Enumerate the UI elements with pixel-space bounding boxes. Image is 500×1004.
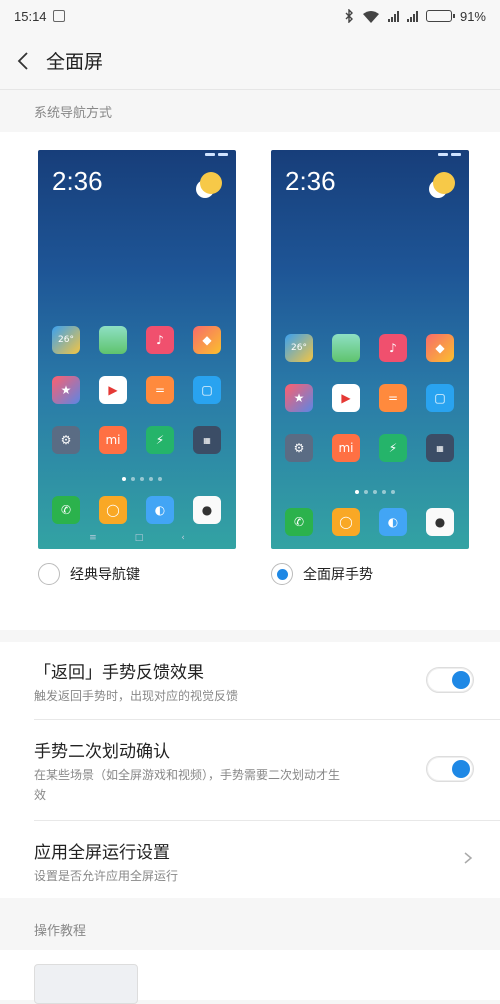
status-time: 15:14: [14, 8, 47, 24]
notes-app-icon: ▢: [426, 384, 454, 412]
battery-percent: 91%: [459, 8, 486, 24]
preview-clock: 2:36: [285, 166, 336, 196]
camera-app-icon: ●: [426, 508, 454, 536]
weather-icon: [433, 172, 455, 194]
notes-app-icon: ▢: [193, 376, 221, 404]
messages-app-icon: ◯: [99, 496, 127, 524]
security-app-icon: ⚡: [146, 426, 174, 454]
status-bar: 15:14 91%: [0, 0, 500, 32]
setting-subtitle: 设置是否允许应用全屏运行: [34, 869, 179, 883]
tutorial-card: [0, 950, 500, 1004]
double-swipe-toggle[interactable]: [426, 756, 474, 782]
app-grid: 26° ♪ ◆ ★ ▶ = ▢ ⚙ mi ⚡ ▦: [285, 334, 454, 462]
camera-app-icon: ●: [193, 496, 221, 524]
bluetooth-icon: [345, 9, 353, 23]
tutorial-thumbnail[interactable]: [34, 964, 138, 1004]
back-feedback-toggle[interactable]: [426, 667, 474, 693]
toggle-knob: [452, 671, 470, 689]
dock: ✆ ◯ ◐ ●: [52, 496, 221, 524]
page-title: 全面屏: [46, 51, 104, 73]
radio-button-selected[interactable]: [271, 563, 293, 585]
themes-app-icon: ◆: [426, 334, 454, 362]
back-arrow-icon: [17, 51, 28, 70]
radio-button[interactable]: [38, 563, 60, 585]
mi-store-app-icon: mi: [99, 426, 127, 454]
weather-app-temp: 26°: [291, 343, 307, 353]
battery-icon: [425, 10, 455, 22]
play-store-app-icon: ▶: [332, 384, 360, 412]
themes-app-icon: ◆: [193, 326, 221, 354]
tutorial-section-label: 操作教程: [34, 924, 87, 939]
setting-title: 应用全屏运行设置: [34, 843, 170, 863]
back-key-icon: ‹: [181, 533, 185, 543]
gallery-app-icon: [332, 334, 360, 362]
browser-app-icon: ◐: [379, 508, 407, 536]
app-header: 全面屏: [0, 32, 500, 90]
preview-classic-nav[interactable]: 2:36 26° ♪ ◆ ★ ▶ = ▢ ⚙ mi ⚡ ▦ ✆ ◯ ◐ ● ≡ …: [38, 150, 236, 549]
tools-folder-icon: ▦: [426, 434, 454, 462]
divider: [34, 719, 500, 720]
weather-app-temp: 26°: [58, 335, 74, 345]
music-app-icon: ♪: [379, 334, 407, 362]
preview-status-icons: [205, 153, 228, 156]
phone-app-icon: ✆: [285, 508, 313, 536]
preview-status-icons: [438, 153, 461, 156]
tools-folder-icon: ▦: [193, 426, 221, 454]
page-indicator: [355, 490, 395, 494]
music-app-icon: ♪: [146, 326, 174, 354]
weather-app-icon: 26°: [52, 326, 80, 354]
nav-section-label: 系统导航方式: [34, 106, 113, 121]
option-label: 经典导航键: [70, 567, 140, 583]
back-button[interactable]: [0, 32, 46, 90]
settings-app-icon: ⚙: [285, 434, 313, 462]
app-grid: 26° ♪ ◆ ★ ▶ = ▢ ⚙ mi ⚡ ▦: [52, 326, 221, 454]
security-app-icon: ⚡: [379, 434, 407, 462]
menu-key-icon: ≡: [89, 533, 97, 543]
setting-back-feedback[interactable]: 「返回」手势反馈效果 触发返回手势时，出现对应的视觉反馈: [0, 658, 500, 706]
setting-double-swipe[interactable]: 手势二次划动确认 在某些场景（如全屏游戏和视频），手势需要二次划动才生效: [0, 737, 500, 805]
setting-subtitle: 在某些场景（如全屏游戏和视频），手势需要二次划动才生效: [34, 768, 341, 802]
option-gesture-nav[interactable]: 全面屏手势: [271, 563, 373, 585]
signal-icon-2: [406, 10, 418, 22]
dock: ✆ ◯ ◐ ●: [285, 508, 454, 536]
divider: [34, 820, 500, 821]
chevron-right-icon: [464, 852, 473, 864]
notification-icon: [52, 10, 65, 22]
home-key-icon: □: [134, 533, 144, 543]
gallery-app-icon: [99, 326, 127, 354]
weather-icon: [200, 172, 222, 194]
browser-app-icon: ◐: [146, 496, 174, 524]
option-classic-nav[interactable]: 经典导航键: [38, 563, 140, 585]
preview-gesture-nav[interactable]: 2:36 26° ♪ ◆ ★ ▶ = ▢ ⚙ mi ⚡ ▦ ✆ ◯ ◐ ●: [271, 150, 469, 549]
phone-app-icon: ✆: [52, 496, 80, 524]
page-indicator: [122, 477, 162, 481]
nav-keys: ≡ □ ‹: [38, 533, 236, 543]
settings-app-icon: ⚙: [52, 426, 80, 454]
weather-app-icon: 26°: [285, 334, 313, 362]
setting-fullscreen-apps[interactable]: 应用全屏运行设置 设置是否允许应用全屏运行: [0, 838, 500, 886]
signal-icon: [387, 10, 399, 22]
play-store-app-icon: ▶: [99, 376, 127, 404]
calculator-app-icon: =: [146, 376, 174, 404]
mi-store-app-icon: mi: [332, 434, 360, 462]
wifi-icon: [362, 10, 379, 23]
toggle-knob: [452, 760, 470, 778]
option-label: 全面屏手势: [303, 567, 373, 583]
security-star-app-icon: ★: [52, 376, 80, 404]
messages-app-icon: ◯: [332, 508, 360, 536]
security-star-app-icon: ★: [285, 384, 313, 412]
calculator-app-icon: =: [379, 384, 407, 412]
preview-clock: 2:36: [52, 166, 103, 196]
